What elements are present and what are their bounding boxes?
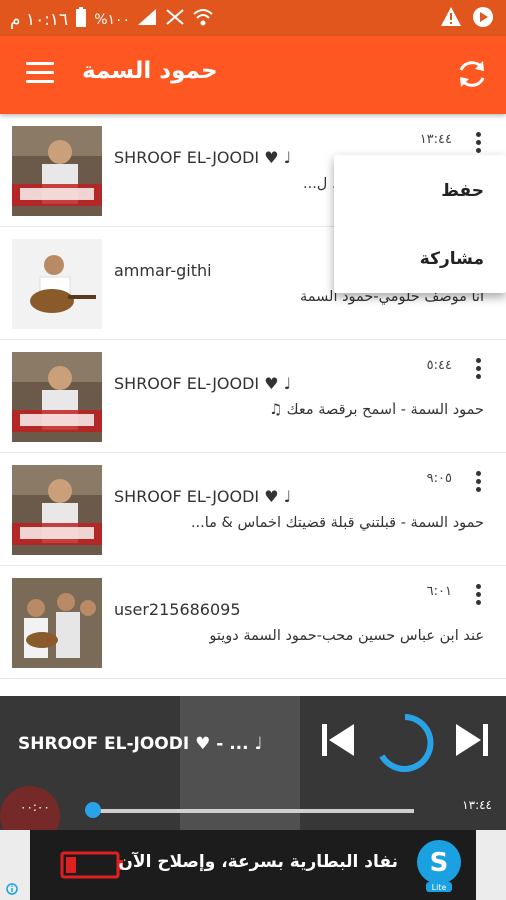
seek-handle[interactable] — [85, 802, 101, 818]
track-user: SHROOF EL-JOODI ♥ ♩ — [114, 148, 292, 167]
no-data-icon — [164, 7, 186, 32]
list-item[interactable]: SHROOF EL-JOODI ♥ ♩ حمود السمة - قبلتني … — [0, 453, 506, 566]
seek-bar[interactable] — [92, 809, 414, 813]
app-root: ١٠:١٦ م %١٠٠ حمود السمة SHROOF EL-JOODI … — [0, 0, 506, 900]
track-thumbnail — [12, 126, 102, 216]
total-time: ١٣:٤٤ — [462, 798, 492, 812]
list-item[interactable]: user215686095 عند ابن عباس حسين محب-حمود… — [0, 566, 506, 679]
track-thumbnail — [12, 578, 102, 668]
track-user: user215686095 — [114, 600, 241, 619]
track-title: حمود السمة - أسمح برقصة معك ♫ — [269, 402, 484, 418]
status-left: ١٠:١٦ م %١٠٠ — [10, 6, 214, 33]
more-options-icon[interactable] — [476, 471, 482, 495]
ad-logo-label: Lite — [432, 883, 447, 892]
options-popup: حفظ مشاركة — [334, 155, 506, 293]
battery-percent: %١٠٠ — [94, 11, 131, 28]
low-battery-icon — [60, 850, 124, 884]
track-user: SHROOF EL-JOODI ♥ ♩ — [114, 487, 292, 506]
battery-icon — [74, 6, 88, 33]
save-menu-item[interactable]: حفظ — [441, 181, 484, 201]
ad-content[interactable]: نفاد البطارية بسرعة، وإصلاح الآن S Lite — [30, 830, 476, 900]
refresh-icon[interactable] — [454, 56, 490, 92]
track-user: ammar-githi — [114, 261, 212, 280]
track-thumbnail — [12, 239, 102, 329]
track-title: حمود السمة - قبلتني قبلة قضيتك اخماس & م… — [190, 515, 484, 531]
page-title: حمود السمة — [82, 58, 218, 84]
previous-icon[interactable] — [320, 722, 356, 758]
svg-text:S: S — [430, 848, 449, 878]
loading-spinner-icon[interactable] — [374, 712, 436, 774]
track-title: عند ابن عباس حسين محب-حمود السمة دويتو — [209, 628, 484, 644]
track-thumbnail — [12, 465, 102, 555]
skype-lite-logo: S Lite — [412, 838, 466, 892]
status-right — [440, 6, 494, 32]
more-options-icon[interactable] — [476, 358, 482, 382]
list-item[interactable]: SHROOF EL-JOODI ♥ ♩ حمود السمة - أسمح بر… — [0, 340, 506, 453]
player-title: SHROOF EL-JOODI ♥ - ... ♩ — [18, 734, 263, 754]
app-bar: حمود السمة — [0, 36, 506, 114]
status-time: ١٠:١٦ م — [10, 9, 69, 30]
track-duration: ٦:٠١ — [426, 584, 452, 599]
track-thumbnail — [12, 352, 102, 442]
track-duration: ٥:٤٤ — [426, 358, 452, 373]
ad-banner[interactable]: نفاد البطارية بسرعة، وإصلاح الآن S Lite — [0, 830, 506, 900]
status-bar: ١٠:١٦ م %١٠٠ — [0, 0, 506, 36]
more-options-icon[interactable] — [476, 132, 482, 156]
track-duration: ٩:٠٥ — [426, 471, 452, 486]
signal-icon — [136, 7, 158, 32]
current-time: ٠٠:٠٠ — [20, 800, 50, 814]
track-duration: ١٣:٤٤ — [419, 132, 452, 147]
wifi-icon — [192, 7, 214, 32]
ad-info-icon[interactable] — [6, 880, 18, 895]
play-store-icon — [472, 6, 494, 32]
warning-icon — [440, 6, 462, 32]
ad-text: نفاد البطارية بسرعة، وإصلاح الآن — [118, 852, 398, 872]
more-options-icon[interactable] — [476, 584, 482, 608]
next-icon[interactable] — [454, 722, 490, 758]
share-menu-item[interactable]: مشاركة — [420, 249, 484, 269]
player-bar: SHROOF EL-JOODI ♥ - ... ♩ ٠٠:٠٠ ١٣:٤٤ — [0, 696, 506, 830]
menu-icon[interactable] — [26, 62, 54, 86]
track-user: SHROOF EL-JOODI ♥ ♩ — [114, 374, 292, 393]
